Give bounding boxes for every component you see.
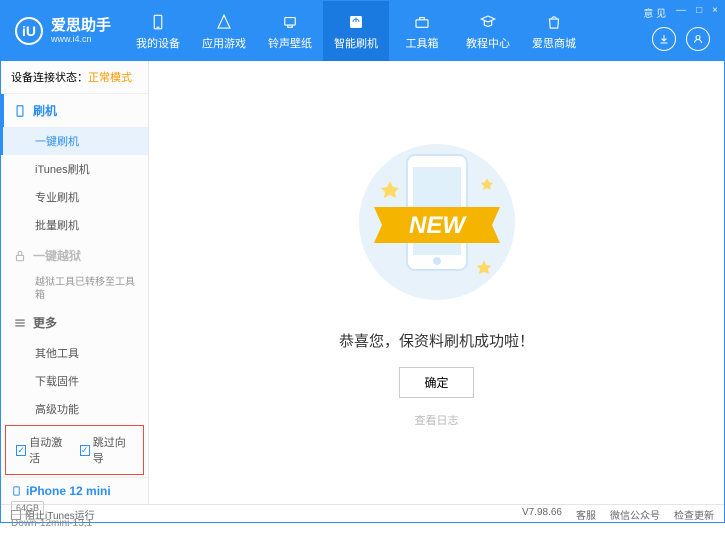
status-label: 设备连接状态： [11, 72, 88, 84]
confirm-button[interactable]: 确定 [399, 367, 473, 398]
block-itunes-label: 阻止iTunes运行 [25, 507, 95, 522]
checkbox-auto-activate[interactable]: ✓自动激活 [16, 434, 70, 466]
logo-icon: iU [15, 17, 43, 45]
nav-my-device[interactable]: 我的设备 [125, 1, 191, 61]
sidebar-item-onekey-flash[interactable]: 一键刷机 [1, 127, 148, 155]
menu-icon [13, 316, 27, 330]
jailbreak-note: 越狱工具已转移至工具箱 [1, 272, 148, 306]
app-url: www.i4.cn [51, 34, 111, 44]
flash-icon [346, 12, 366, 32]
apps-icon [214, 12, 234, 32]
store-icon [544, 12, 564, 32]
sidebar-more-header[interactable]: 更多 [1, 306, 148, 339]
phone-icon [11, 484, 22, 498]
flash-header-label: 刷机 [33, 102, 57, 119]
close-button[interactable]: × [712, 5, 718, 20]
device-icon [148, 12, 168, 32]
update-link[interactable]: 检查更新 [674, 507, 714, 522]
nav-tutorial[interactable]: 教程中心 [455, 1, 521, 61]
window-controls: 意 见 — □ × [643, 5, 718, 20]
header: iU 爱思助手 www.i4.cn 我的设备 应用游戏 铃声壁纸 智能刷机 工具… [1, 1, 724, 61]
sidebar-item-itunes-flash[interactable]: iTunes刷机 [1, 155, 148, 183]
view-log-link[interactable]: 查看日志 [415, 412, 459, 428]
sidebar: 设备连接状态：正常模式 刷机 一键刷机 iTunes刷机 专业刷机 批量刷机 一… [1, 61, 149, 504]
nav-apps[interactable]: 应用游戏 [191, 1, 257, 61]
maximize-button[interactable]: □ [696, 5, 702, 20]
lock-icon [13, 249, 27, 263]
main-content: NEW 恭喜您，保资料刷机成功啦！ 确定 查看日志 [149, 61, 724, 504]
success-illustration: NEW [337, 137, 537, 312]
logo-area: iU 爱思助手 www.i4.cn [1, 17, 125, 45]
version-label: V7.98.66 [522, 507, 562, 522]
checkbox-row: ✓自动激活 ✓跳过向导 [5, 425, 144, 475]
sidebar-item-advanced[interactable]: 高级功能 [1, 395, 148, 423]
checkbox-label: 自动激活 [29, 434, 69, 466]
download-button[interactable] [652, 27, 676, 51]
sidebar-jailbreak-header: 一键越狱 [1, 239, 148, 272]
nav-label: 铃声壁纸 [268, 35, 312, 51]
success-message: 恭喜您，保资料刷机成功啦！ [339, 330, 534, 351]
nav-label: 工具箱 [406, 35, 439, 51]
toolbox-icon [412, 12, 432, 32]
sidebar-item-other-tools[interactable]: 其他工具 [1, 339, 148, 367]
nav-label: 我的设备 [136, 35, 180, 51]
checkbox-skip-guide[interactable]: ✓跳过向导 [80, 434, 134, 466]
nav-label: 智能刷机 [334, 35, 378, 51]
block-itunes-checkbox[interactable] [11, 510, 21, 520]
nav-label: 教程中心 [466, 35, 510, 51]
new-badge-text: NEW [409, 212, 467, 239]
user-controls [652, 27, 710, 51]
user-button[interactable] [686, 27, 710, 51]
app-name: 爱思助手 [51, 18, 111, 35]
wechat-link[interactable]: 微信公众号 [610, 507, 660, 522]
nav-label: 应用游戏 [202, 35, 246, 51]
sidebar-item-batch-flash[interactable]: 批量刷机 [1, 211, 148, 239]
nav-label: 爱思商城 [532, 35, 576, 51]
ringtone-icon [280, 12, 300, 32]
status-value: 正常模式 [88, 72, 132, 84]
nav: 我的设备 应用游戏 铃声壁纸 智能刷机 工具箱 教程中心 爱思商城 [125, 1, 587, 61]
sidebar-item-pro-flash[interactable]: 专业刷机 [1, 183, 148, 211]
sidebar-item-download-firmware[interactable]: 下载固件 [1, 367, 148, 395]
jailbreak-label: 一键越狱 [33, 247, 81, 264]
minimize-button[interactable]: — [676, 5, 686, 20]
connection-status: 设备连接状态：正常模式 [1, 61, 148, 94]
service-link[interactable]: 客服 [576, 507, 596, 522]
phone-icon [13, 104, 27, 118]
sidebar-flash-header[interactable]: 刷机 [1, 94, 148, 127]
feedback-button[interactable]: 意 见 [643, 5, 666, 20]
checkbox-label: 跳过向导 [93, 434, 133, 466]
nav-toolbox[interactable]: 工具箱 [389, 1, 455, 61]
nav-store[interactable]: 爱思商城 [521, 1, 587, 61]
device-name[interactable]: iPhone 12 mini [11, 484, 138, 498]
nav-ringtone[interactable]: 铃声壁纸 [257, 1, 323, 61]
tutorial-icon [478, 12, 498, 32]
nav-flash[interactable]: 智能刷机 [323, 1, 389, 61]
device-info: iPhone 12 mini 64GB Down-12mini-13,1 [1, 477, 148, 535]
more-label: 更多 [33, 314, 57, 331]
